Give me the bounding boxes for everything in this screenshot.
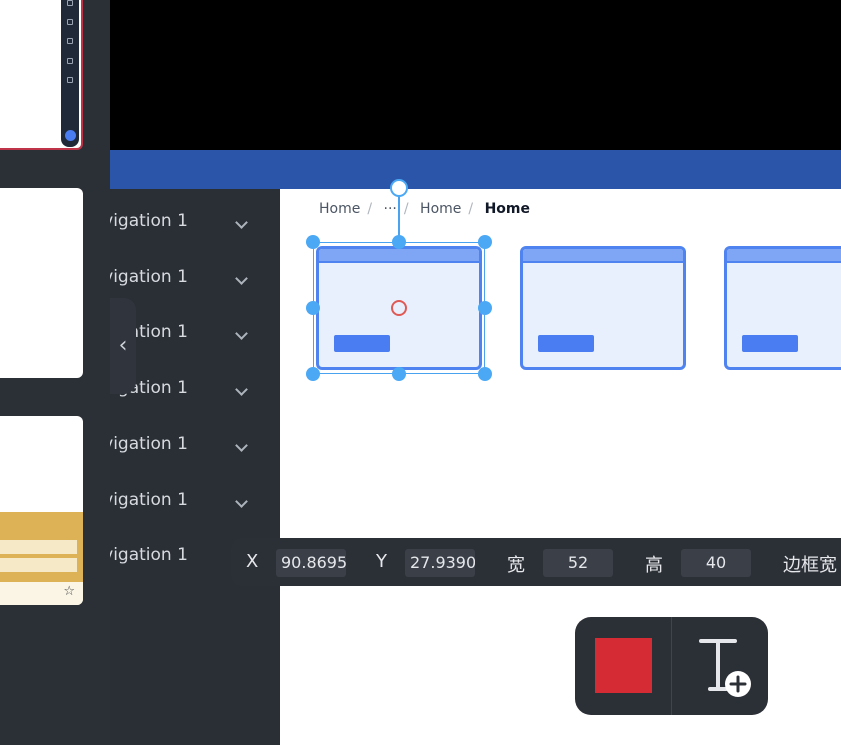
mini-icon bbox=[67, 58, 73, 64]
mini-action-button bbox=[65, 130, 76, 141]
breadcrumb-item[interactable]: Home bbox=[420, 201, 461, 217]
nav-menu-item[interactable]: Navigation 1 bbox=[110, 471, 250, 527]
resize-handle-top-right[interactable] bbox=[478, 235, 492, 249]
y-input[interactable]: 27.93904 bbox=[405, 549, 475, 577]
mini-icon bbox=[67, 77, 73, 83]
tool-palette bbox=[575, 617, 768, 715]
chevron-left-icon: ‹ bbox=[118, 333, 128, 358]
breadcrumb-ellipsis[interactable]: ··· bbox=[384, 201, 397, 217]
chevron-down-icon bbox=[235, 271, 248, 285]
page-thumbnails-panel: ☆ bbox=[0, 0, 110, 745]
height-input[interactable]: 40 bbox=[681, 549, 751, 577]
chevron-down-icon bbox=[235, 383, 248, 396]
chevron-down-icon bbox=[235, 327, 248, 341]
mini-sidebar-rail bbox=[61, 0, 79, 147]
chevron-down-icon bbox=[235, 438, 248, 452]
canvas-header-bar bbox=[110, 150, 841, 189]
rotate-handle[interactable] bbox=[390, 179, 408, 197]
resize-handle-left[interactable] bbox=[306, 301, 320, 315]
editor-root: ☆ Navigation 1Navigation 1Navigation 1Na… bbox=[0, 0, 841, 745]
thumbnail-bar bbox=[0, 540, 77, 554]
collapse-panel-button[interactable]: ‹ bbox=[110, 298, 136, 394]
resize-handle-top-left[interactable] bbox=[306, 235, 320, 249]
width-input[interactable]: 52 bbox=[543, 549, 613, 577]
resize-handle-bottom[interactable] bbox=[392, 367, 406, 381]
nav-menu-item-label: Navigation 1 bbox=[110, 266, 188, 287]
breadcrumb: Home / ··· / Home / Home bbox=[319, 201, 537, 217]
nav-menu-item-label: Navigation 1 bbox=[110, 433, 188, 454]
page-thumbnail-2[interactable] bbox=[0, 188, 83, 378]
nav-menu-item-label: Navigation 1 bbox=[110, 489, 188, 510]
nav-menu-item-label: Navigation 1 bbox=[110, 545, 188, 566]
star-icon[interactable]: ☆ bbox=[63, 584, 75, 599]
breadcrumb-separator: / bbox=[367, 201, 373, 217]
window-component[interactable] bbox=[724, 246, 841, 370]
window-button bbox=[538, 335, 594, 352]
breadcrumb-separator: / bbox=[403, 201, 409, 217]
mini-icon bbox=[67, 0, 73, 6]
width-label: 宽 bbox=[507, 555, 525, 576]
color-swatch[interactable] bbox=[595, 638, 652, 693]
nav-menu-item[interactable]: Navigation 1 bbox=[110, 415, 250, 471]
border-width-label: 边框宽 bbox=[783, 555, 837, 576]
nav-menu-item[interactable]: Navigation 1 bbox=[110, 526, 250, 582]
resize-handle-bottom-left[interactable] bbox=[306, 367, 320, 381]
height-label: 高 bbox=[645, 555, 663, 576]
breadcrumb-separator: / bbox=[468, 201, 474, 217]
palette-divider bbox=[671, 617, 672, 715]
nav-menu-item[interactable]: Navigation 1 bbox=[110, 192, 250, 248]
breadcrumb-current: Home bbox=[484, 201, 530, 217]
thumbnail-bar bbox=[0, 558, 77, 572]
mini-icon bbox=[67, 19, 73, 25]
property-bar: X 90.86959 Y 27.93904 宽 52 高 40 边框宽 bbox=[231, 538, 841, 586]
mini-icon bbox=[67, 38, 73, 44]
add-text-icon[interactable] bbox=[695, 635, 755, 699]
page-thumbnail-1[interactable] bbox=[0, 0, 83, 150]
center-point-marker bbox=[391, 300, 407, 316]
window-button bbox=[742, 335, 798, 352]
resize-handle-bottom-right[interactable] bbox=[478, 367, 492, 381]
nav-menu-item-label: Navigation 1 bbox=[110, 211, 188, 231]
window-component[interactable] bbox=[520, 246, 686, 370]
chevron-down-icon bbox=[235, 494, 248, 508]
page-thumbnail-3[interactable]: ☆ bbox=[0, 416, 83, 605]
nav-menu-item[interactable]: Navigation 1 bbox=[110, 248, 250, 304]
thumbnail-banner bbox=[0, 512, 83, 582]
window-titlebar bbox=[727, 249, 841, 263]
breadcrumb-item[interactable]: Home bbox=[319, 201, 360, 217]
resize-handle-top[interactable] bbox=[392, 235, 406, 249]
x-input[interactable]: 90.86959 bbox=[276, 549, 346, 577]
nav-menu: Navigation 1 Navigation 1 Navigation 1 Navi… bbox=[110, 189, 280, 745]
x-label: X bbox=[246, 551, 259, 572]
resize-handle-right[interactable] bbox=[478, 301, 492, 315]
window-titlebar bbox=[523, 249, 683, 263]
y-label: Y bbox=[376, 551, 387, 572]
chevron-down-icon bbox=[235, 216, 248, 229]
